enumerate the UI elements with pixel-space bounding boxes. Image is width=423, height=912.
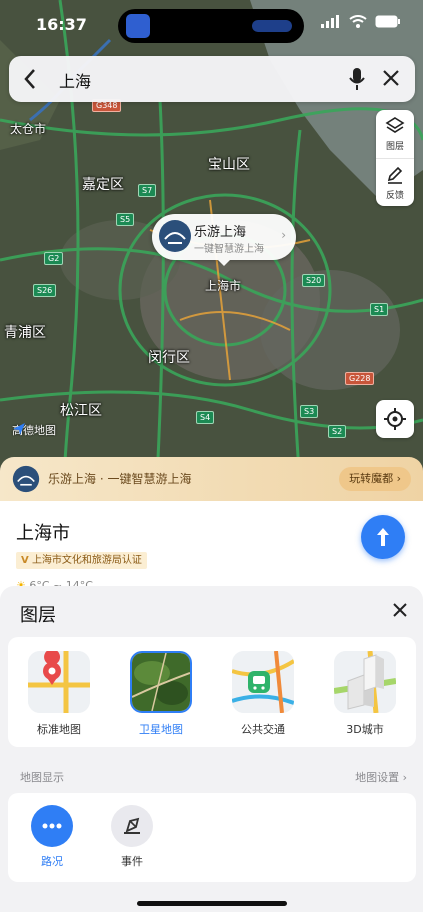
map-label-songjiang: 松江区 — [60, 403, 102, 419]
chevron-right-icon: › — [281, 228, 286, 242]
poi-callout[interactable]: 乐游上海 一键智慧游上海 › — [152, 214, 296, 266]
map-label-jiading: 嘉定区 — [82, 177, 124, 193]
layer-options: 标准地图 卫星地图 公共交通 3D城市 — [8, 637, 416, 747]
event-icon — [111, 805, 153, 847]
map-settings-link[interactable]: 地图设置 › — [355, 769, 407, 785]
navigate-button[interactable] — [361, 515, 405, 559]
callout-subtitle: 一键智慧游上海 — [194, 244, 264, 255]
display-option-label: 事件 — [121, 855, 143, 868]
map-label-minhang: 闵行区 — [148, 350, 190, 366]
event-toggle[interactable]: 事件 — [102, 805, 162, 869]
signal-icon — [321, 15, 339, 28]
map-settings-label: 地图设置 — [355, 771, 400, 784]
leyou-logo-icon — [12, 465, 40, 493]
search-bar[interactable]: 上海 — [9, 56, 415, 102]
feedback-pencil-icon — [387, 166, 403, 184]
road-shield: S3 — [300, 405, 319, 418]
road-shield: S7 — [138, 184, 157, 197]
banner-button-label: 玩转魔都 — [349, 472, 394, 485]
callout-title: 乐游上海 — [194, 225, 247, 240]
back-arrow-icon[interactable] — [23, 67, 37, 91]
dynamic-island — [118, 9, 304, 43]
road-shield: G228 — [345, 372, 375, 385]
amap-watermark: 高德地图 — [12, 422, 56, 438]
layers-icon — [385, 117, 405, 133]
banner-action-button[interactable]: 玩转魔都 › — [339, 467, 411, 491]
wifi-icon — [349, 15, 367, 28]
leyou-logo-icon — [159, 220, 191, 252]
microphone-icon[interactable] — [349, 67, 365, 91]
amap-logo-icon — [13, 423, 25, 435]
feedback-label: 反馈 — [385, 191, 404, 201]
map-label-baoshan: 宝山区 — [208, 157, 250, 173]
3d-city-icon — [334, 651, 396, 713]
certification-badge: V 上海市文化和旅游局认证 — [16, 552, 147, 569]
traffic-icon — [31, 805, 73, 847]
home-indicator — [137, 901, 287, 906]
map-label-qingpu: 青浦区 — [4, 325, 46, 341]
layers-button[interactable]: 图层 — [376, 110, 414, 158]
locate-icon — [384, 408, 406, 430]
place-title: 上海市 — [16, 523, 70, 544]
sheet-title: 图层 — [20, 605, 56, 626]
map-tools-panel: 图层 反馈 — [376, 110, 414, 206]
layers-sheet: 图层 标准地图 卫星地图 公共交通 3D城市 地图显示 地图设置 › 路况 事件 — [0, 586, 423, 912]
banner-text: 乐游上海 · 一键智慧游上海 — [48, 472, 192, 486]
layer-option-transit[interactable]: 公共交通 — [223, 651, 303, 747]
road-shield: S5 — [116, 213, 135, 226]
promo-banner[interactable]: 乐游上海 · 一键智慧游上海 玩转魔都 › — [0, 457, 423, 501]
clear-icon[interactable] — [381, 68, 401, 88]
feedback-button[interactable]: 反馈 — [376, 158, 414, 206]
layer-label: 标准地图 — [37, 723, 81, 736]
search-input[interactable]: 上海 — [59, 68, 91, 92]
locate-button[interactable] — [376, 400, 414, 438]
battery-icon — [375, 15, 400, 28]
verified-v-icon: V — [21, 555, 29, 566]
road-shield: S26 — [33, 284, 57, 297]
display-option-label: 路况 — [41, 855, 63, 868]
navigation-arrow-icon — [377, 528, 389, 546]
close-icon[interactable] — [393, 603, 407, 617]
road-shield: S4 — [196, 411, 215, 424]
satellite-map-icon — [130, 651, 192, 713]
standard-map-icon — [28, 651, 90, 713]
layer-option-satellite[interactable]: 卫星地图 — [121, 651, 201, 747]
map-display-options: 路况 事件 — [8, 793, 416, 882]
transit-icon — [232, 651, 294, 713]
layer-label: 3D城市 — [346, 723, 384, 736]
layer-option-3d-city[interactable]: 3D城市 — [325, 651, 405, 747]
road-shield: S2 — [328, 425, 347, 438]
layers-label: 图层 — [385, 142, 404, 152]
status-time: 16:37 — [36, 15, 87, 34]
status-bar: 16:37 — [0, 0, 423, 50]
layer-label: 公共交通 — [241, 723, 285, 736]
layer-option-standard[interactable]: 标准地图 — [19, 651, 99, 747]
road-shield: S20 — [302, 274, 326, 287]
traffic-toggle[interactable]: 路况 — [22, 805, 82, 869]
road-shield: G2 — [44, 252, 64, 265]
map-label-taicang: 太仓市 — [10, 122, 47, 136]
map-label-shanghai-city: 上海市 — [205, 279, 242, 293]
road-shield: S1 — [370, 303, 389, 316]
certification-text: 上海市文化和旅游局认证 — [31, 555, 142, 566]
app-indicator-icon — [126, 14, 150, 38]
layer-label: 卫星地图 — [139, 723, 183, 736]
map-display-section-title: 地图显示 — [20, 771, 64, 784]
activity-indicator — [252, 20, 292, 32]
